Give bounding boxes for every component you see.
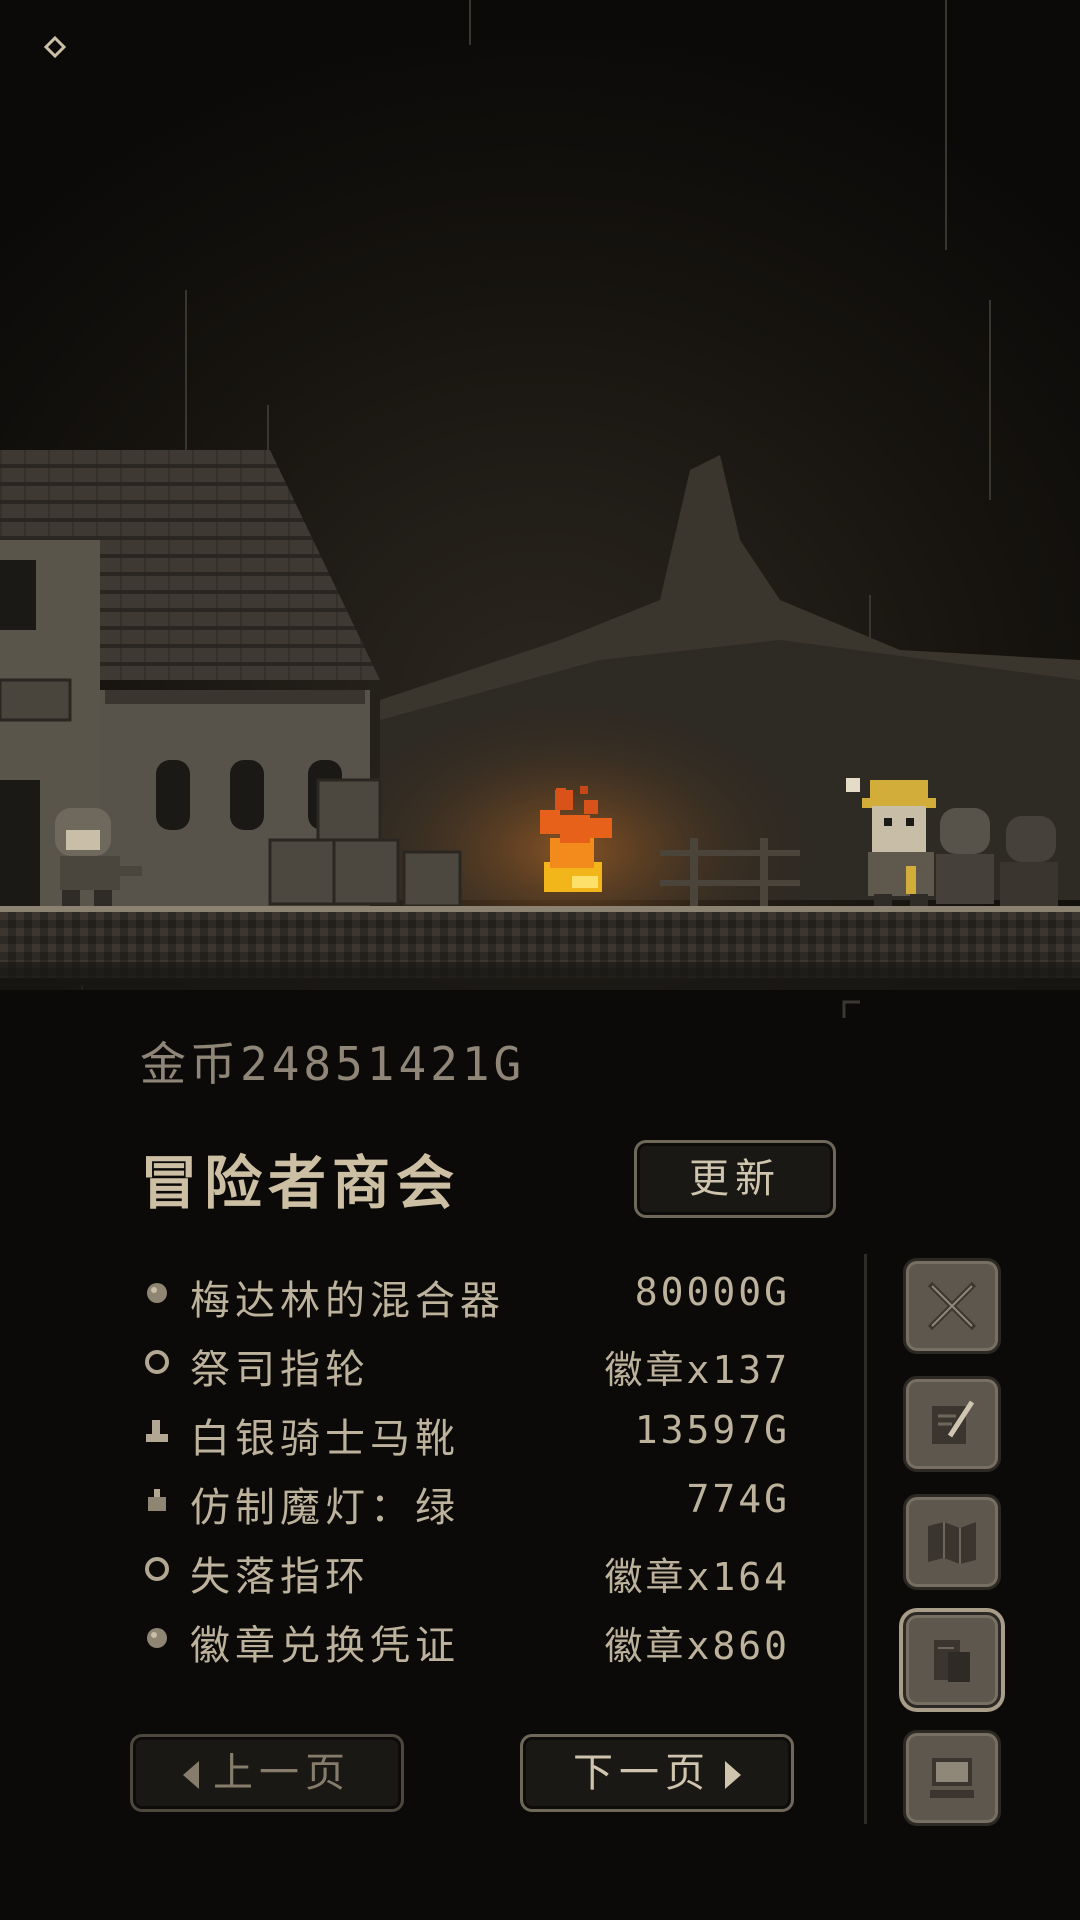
- system-menu-button[interactable]: [903, 1730, 1001, 1826]
- shop-menu-button[interactable]: [903, 1612, 1001, 1708]
- prev-page-label: 上一页: [213, 1750, 351, 1796]
- map-menu-button[interactable]: [903, 1494, 1001, 1590]
- item-name: 徽章兑换凭证: [190, 1623, 460, 1669]
- next-page-label: 下一页: [573, 1750, 711, 1796]
- next-page-button[interactable]: 下一页: [520, 1734, 794, 1812]
- map-icon: [928, 1522, 976, 1564]
- item-name: 失落指环: [190, 1554, 370, 1600]
- diamond-icon[interactable]: [44, 36, 66, 58]
- orb-icon: [147, 1283, 167, 1303]
- frame-corner: [842, 1000, 860, 1018]
- computer-icon: [930, 1758, 974, 1798]
- shop-item-row[interactable]: 祭司指轮 徽章x137: [140, 1331, 800, 1400]
- refresh-button[interactable]: 更新: [634, 1140, 836, 1218]
- item-price: 80000G: [634, 1270, 790, 1314]
- orb-icon: [147, 1628, 167, 1648]
- shop-item-row[interactable]: 梅达林的混合器 80000G: [140, 1262, 800, 1331]
- quill-scroll-icon: [932, 1400, 975, 1444]
- shop-item-row[interactable]: 白银骑士马靴 13597G: [140, 1400, 800, 1469]
- game-scene: [0, 0, 1080, 990]
- crossed-swords-icon: [927, 1281, 977, 1331]
- item-name: 梅达林的混合器: [190, 1278, 505, 1324]
- item-name: 仿制魔灯：绿: [190, 1485, 460, 1531]
- shop-item-row[interactable]: 仿制魔灯：绿 774G: [140, 1469, 800, 1538]
- boot-icon: [146, 1420, 168, 1442]
- ring-icon: [145, 1350, 169, 1374]
- battle-menu-button[interactable]: [903, 1258, 1001, 1354]
- shop-title: 冒险者商会: [140, 1149, 461, 1217]
- quest-menu-button[interactable]: [903, 1376, 1001, 1472]
- item-name: 祭司指轮: [190, 1347, 370, 1393]
- item-price: 徽章x860: [604, 1624, 790, 1668]
- chevron-right-icon: [725, 1761, 741, 1789]
- gold-counter: 金币24851421G: [140, 1037, 526, 1091]
- item-name: 白银骑士马靴: [190, 1416, 460, 1462]
- lamp-icon: [148, 1489, 166, 1511]
- shop-item-list: 梅达林的混合器 80000G 祭司指轮 徽章x137 白银骑士马靴 13597G…: [140, 1262, 800, 1676]
- item-price: 13597G: [634, 1408, 790, 1452]
- chevron-left-icon: [183, 1761, 199, 1789]
- ring-icon: [145, 1557, 169, 1581]
- divider: [864, 1254, 867, 1824]
- prev-page-button[interactable]: 上一页: [130, 1734, 404, 1812]
- shop-item-row[interactable]: 失落指环 徽章x164: [140, 1538, 800, 1607]
- item-price: 徽章x137: [604, 1348, 790, 1392]
- shop-ledger-icon: [934, 1640, 970, 1682]
- shop-item-row[interactable]: 徽章兑换凭证 徽章x860: [140, 1607, 800, 1676]
- item-price: 774G: [686, 1477, 790, 1521]
- item-price: 徽章x164: [604, 1555, 790, 1599]
